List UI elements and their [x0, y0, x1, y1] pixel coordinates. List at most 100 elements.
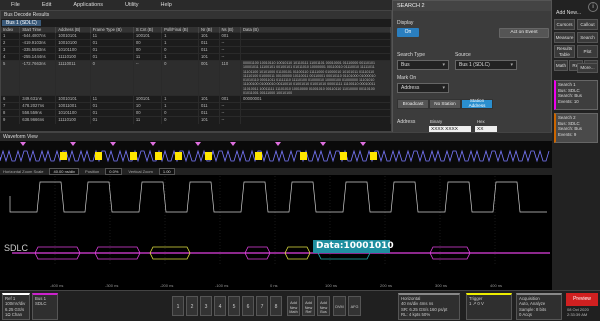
table-cell: 1 — [1, 32, 21, 40]
table-cell — [240, 46, 391, 54]
add-new-bus-button[interactable]: Add New Bus — [317, 296, 330, 316]
callout-button[interactable]: Callout — [577, 19, 598, 30]
table-cell: 1 — [161, 102, 199, 110]
segment-broadcast[interactable]: Broadcast — [397, 99, 429, 109]
channel-3-button[interactable]: 3 — [200, 296, 212, 316]
table-row[interactable]: 6 349.631ns 10010101 11 100101 1 101 001 0000000… — [1, 95, 391, 103]
cursors-button[interactable]: Cursors — [554, 19, 575, 30]
channel-4-button[interactable]: 4 — [214, 296, 226, 316]
time-axis-label: 300 ns — [435, 283, 447, 288]
act-on-event-button[interactable]: Act on Event — [499, 28, 549, 38]
position-label: Position — [85, 169, 100, 174]
sdlc-bus-label: SDLC — [4, 243, 29, 253]
search-button[interactable]: Search — [577, 32, 598, 43]
vzoom-value[interactable]: 1.00 — [158, 168, 175, 175]
table-cell: 001 — [219, 95, 241, 103]
afg-button[interactable]: AFG — [348, 296, 361, 316]
time-axis-label: 0 ns — [270, 283, 278, 288]
overview-event-marker — [255, 152, 262, 160]
table-row[interactable]: 4 -255.1444ns 11110100 01 11 1 101 -- — [1, 53, 391, 61]
table-cell: 01 — [90, 46, 134, 54]
data-tooltip: Data:10001010 — [313, 240, 394, 253]
source-select[interactable]: Bus 1 (SDLC) — [455, 60, 517, 70]
waveform-main[interactable]: -400 ns -300 ns -200 ns -100 ns 0 ns 100 ns 20… — [0, 176, 552, 291]
menu-utility[interactable]: Utility — [114, 2, 149, 8]
overview-event-marker — [370, 152, 377, 160]
channel-8-button[interactable]: 8 — [270, 296, 282, 316]
table-row[interactable]: 8 558.559ns 10101100 01 00 0 011 -- — [1, 109, 391, 117]
table-cell: 10010100 — [55, 39, 91, 47]
math-button[interactable]: Math — [554, 60, 568, 71]
table-cell: -- — [219, 53, 241, 61]
measure-button[interactable]: Measure — [554, 32, 575, 43]
table-cell: 011 — [198, 46, 220, 54]
add-new-ref-button[interactable]: Add New Ref — [302, 296, 315, 316]
overview-event-marker — [205, 152, 212, 160]
search-type-label: Search Type — [397, 52, 425, 58]
table-cell: 01 — [90, 116, 134, 124]
menu-edit[interactable]: Edit — [31, 2, 62, 8]
table-cell: 11110011 — [55, 59, 91, 96]
table-row[interactable]: 1 -544.4807ns 10010101 11 100101 1 101 001 — [1, 32, 391, 40]
acquisition-badge[interactable]: Acquisition Auto, Analyze Sample: 8 bits… — [516, 293, 562, 320]
zoom-value[interactable]: 40.00 ns/div — [49, 168, 80, 175]
binary-label: Binary — [430, 119, 443, 124]
menu-help[interactable]: Help — [149, 2, 182, 8]
channel-6-button[interactable]: 6 — [242, 296, 254, 316]
zoom-bar: Horizontal Zoom Scale 40.00 ns/div Posit… — [0, 168, 552, 175]
table-row[interactable]: 9 638.9666ns 11110100 01 11 0 101 -- — [1, 116, 391, 124]
table-cell: -- — [219, 109, 241, 117]
table-cell: 478.2027ns — [19, 102, 57, 110]
table-cell: 01 — [90, 102, 134, 110]
table-row[interactable]: 3 -335.5583ns 10101100 01 00 0 011 -- — [1, 46, 391, 54]
hex-label: Hex — [477, 119, 485, 124]
table-cell: 011 — [198, 39, 220, 47]
table-cell: 11 — [90, 32, 134, 40]
display-toggle[interactable]: On — [397, 28, 419, 37]
table-cell: 11 — [133, 116, 163, 124]
table-cell: 110 — [219, 59, 241, 96]
table-cell: 10011001 — [55, 102, 91, 110]
add-new-math-button[interactable]: Add New Math — [287, 296, 300, 316]
menu-applications[interactable]: Applications — [62, 2, 114, 8]
search2-badge[interactable]: Search 2 Bus: SDLC Search: Bus Events: 9 — [554, 113, 598, 143]
channel-7-button[interactable]: 7 — [256, 296, 268, 316]
segment-no-station[interactable]: No Station — [429, 99, 461, 109]
waveform-view: Waveform View Horizontal Zoom Scale 40.0… — [0, 132, 552, 290]
table-row[interactable]: 2 -419.9103ns 10010100 01 00 1 011 -- — [1, 39, 391, 47]
ref1-badge[interactable]: Ref 1 100mV/div 6.25 GS/s 1Ω Chan — [2, 293, 30, 320]
channel-2-button[interactable]: 2 — [186, 296, 198, 316]
trigger-badge[interactable]: Trigger 1 ↗ 0 V — [466, 293, 512, 320]
results-table-button[interactable]: Results Table — [554, 45, 575, 58]
table-row[interactable]: 5 -172.7663ns 11110011 0 -- 0 001 110 00001100 1… — [1, 59, 391, 96]
bus-decode-table: Index Start Time Address (B) Frame Type (B)… — [1, 27, 391, 124]
horizontal-badge[interactable]: Horizontal 40 ns/div 4ms ns SR: 6.25 GS/… — [398, 293, 460, 320]
plot-button[interactable]: Plot — [577, 45, 598, 58]
menu-file[interactable]: File — [0, 2, 31, 8]
table-cell: 10 — [133, 102, 163, 110]
bottom-bar: Ref 1 100mV/div 6.25 GS/s 1Ω Chan Bus 1 … — [0, 290, 600, 321]
table-cell: 2 — [1, 39, 21, 47]
mark-on-select[interactable]: Address — [397, 83, 449, 93]
search1-badge[interactable]: Search 1 Bus: SDLC Search: Bus Events: 1… — [554, 80, 598, 110]
table-cell: 101 — [198, 116, 220, 124]
time-axis-label: 200 ns — [380, 283, 392, 288]
waveform-overview[interactable] — [0, 141, 552, 168]
source-label: Source — [455, 52, 471, 58]
display-label: Display — [397, 20, 414, 26]
search-type-select[interactable]: Bus — [397, 60, 449, 70]
table-cell: 8 — [1, 109, 21, 117]
preview-button[interactable]: Preview — [566, 293, 598, 306]
bus-decode-tab[interactable]: Bus 1 (SDLC) — [2, 20, 41, 26]
segment-station-address[interactable]: Station Address — [461, 99, 493, 109]
dvm-button[interactable]: DVM — [333, 296, 346, 316]
table-row[interactable]: 7 478.2027ns 10011001 01 10 1 011 -- — [1, 102, 391, 110]
channel-5-button[interactable]: 5 — [228, 296, 240, 316]
channel-1-button[interactable]: 1 — [172, 296, 184, 316]
position-value[interactable]: 0.0% — [105, 168, 123, 175]
address-label: Address — [397, 119, 416, 125]
table-cell: 01 — [90, 39, 134, 47]
bus1-badge[interactable]: Bus 1 SDLC — [32, 293, 58, 320]
more-button[interactable]: More... — [577, 63, 598, 73]
info-icon[interactable]: i — [588, 2, 598, 12]
